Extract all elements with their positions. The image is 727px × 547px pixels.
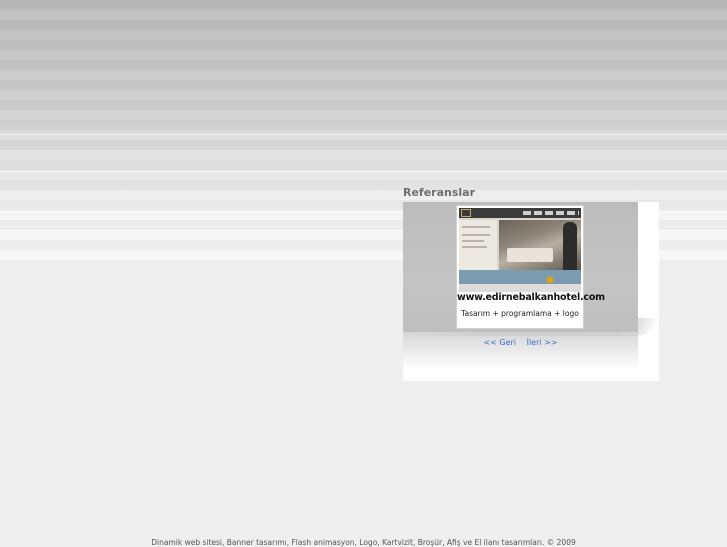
screenshot-badge-icon xyxy=(547,277,553,283)
screenshot-sidebar xyxy=(459,220,497,270)
screenshot-line xyxy=(462,226,490,228)
reference-url: www.edirnebalkanhotel.com xyxy=(457,292,605,303)
screenshot-menu xyxy=(523,211,579,215)
next-link[interactable]: İleri >> xyxy=(527,338,558,347)
screenshot-line xyxy=(462,246,487,248)
references-navigation: << Geri İleri >> xyxy=(403,338,638,347)
screenshot-bottom-band xyxy=(459,284,581,292)
prev-link[interactable]: << Geri xyxy=(483,338,516,347)
screenshot-person xyxy=(563,222,577,270)
header-divider xyxy=(0,171,727,172)
reference-thumbnail-card[interactable]: www.edirnebalkanhotel.com Tasarım + prog… xyxy=(456,205,605,329)
screenshot-line xyxy=(462,240,484,242)
screenshot-line xyxy=(462,234,490,236)
references-title: Referanslar xyxy=(403,186,476,199)
reference-description: Tasarım + programlama + logo xyxy=(461,309,579,318)
footer-text: Dinamik web sitesi, Banner tasarımı, Fla… xyxy=(151,538,576,547)
hotel-logo-icon xyxy=(461,209,471,217)
website-screenshot xyxy=(459,208,581,292)
header-divider xyxy=(0,134,727,135)
screenshot-bed xyxy=(507,248,553,262)
